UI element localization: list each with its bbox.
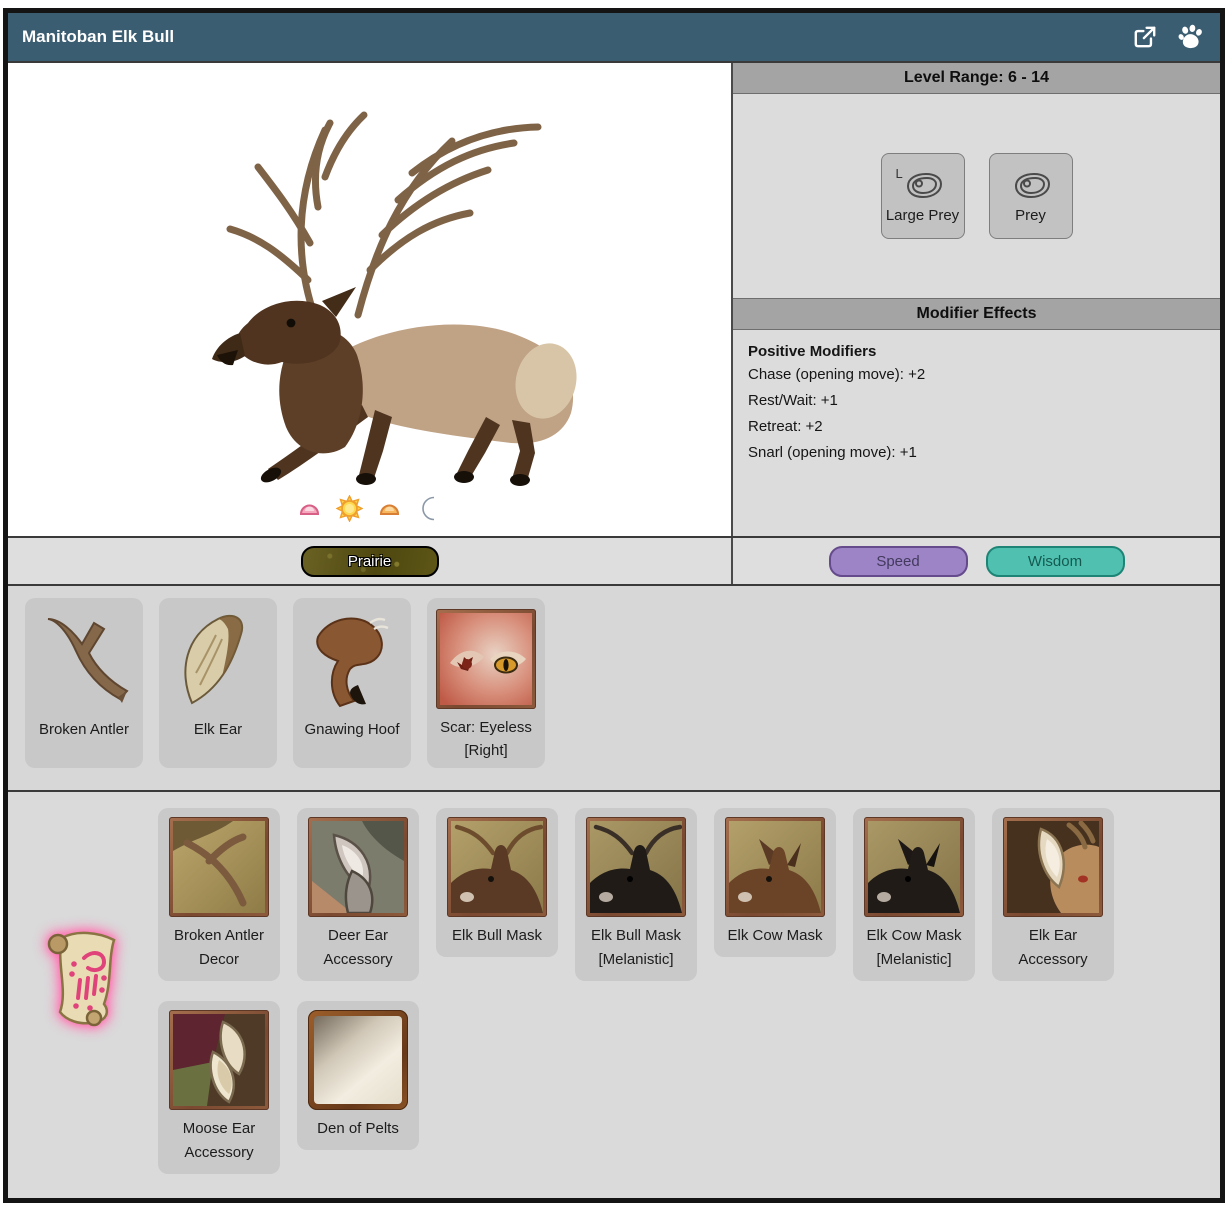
- modifier-line: Rest/Wait: +1: [748, 392, 838, 409]
- encyclopedia-card: Manitoban Elk Bull Level Range: 6 - 14 L…: [3, 8, 1225, 1203]
- steak-icon: L: [896, 166, 946, 204]
- craft-label: Elk Bull Mask [Melanistic]: [590, 927, 682, 968]
- craft-card-elk-ear-accessory[interactable]: Elk Ear Accessory: [992, 808, 1114, 981]
- craft-image: [308, 1010, 408, 1110]
- dawn-icon: [299, 504, 320, 515]
- recipe-scroll-icon: [47, 931, 116, 1027]
- title-bar: Manitoban Elk Bull: [8, 13, 1220, 61]
- drop-card-gnawing-hoof[interactable]: Gnawing Hoof: [293, 598, 411, 768]
- craft-image: [308, 817, 408, 917]
- elk-illustration: [211, 111, 577, 486]
- craft-label: Elk Cow Mask: [727, 927, 823, 944]
- drop-label: Broken Antler: [38, 721, 130, 738]
- level-range-header: Level Range: 6 - 14: [733, 63, 1220, 94]
- paw-icon[interactable]: [1176, 22, 1206, 52]
- drop-card-elk-ear[interactable]: Elk Ear: [159, 598, 277, 768]
- drops-section: Broken Antler Elk Ear Gnawing Hoof Scar:…: [8, 586, 1220, 790]
- positive-modifiers-title: Positive Modifiers: [748, 343, 877, 360]
- prey-button[interactable]: Prey: [988, 153, 1073, 239]
- craft-image: [447, 817, 547, 917]
- craft-card-moose-ear-accessory[interactable]: Moose Ear Accessory: [158, 1001, 280, 1174]
- drop-card-scar-eyeless[interactable]: Scar: Eyeless [Right]: [427, 598, 545, 768]
- craft-image: [725, 817, 825, 917]
- broken-antler-icon: [32, 604, 136, 716]
- habitat-area: Prairie: [8, 538, 731, 584]
- craft-card-elk-cow-mask-melanistic[interactable]: Elk Cow Mask [Melanistic]: [853, 808, 975, 981]
- steak-icon: [1008, 168, 1054, 204]
- main-row: Level Range: 6 - 14 L Large Prey Prey Mo…: [8, 61, 1220, 536]
- modifier-line: Chase (opening move): +2: [748, 366, 926, 383]
- craft-label: Den of Pelts: [317, 1120, 399, 1137]
- large-prey-button[interactable]: L Large Prey: [880, 153, 965, 239]
- craft-image: [169, 817, 269, 917]
- prey-size-area: L Large Prey Prey: [733, 94, 1220, 298]
- prey-button-label: Prey: [1015, 207, 1046, 224]
- gnawing-hoof-icon: [300, 604, 404, 716]
- craft-label: Elk Bull Mask: [451, 927, 543, 944]
- craft-label: Broken Antler Decor: [173, 927, 265, 968]
- info-panel: Level Range: 6 - 14 L Large Prey Prey Mo…: [733, 63, 1220, 536]
- craft-card-den-of-pelts[interactable]: Den of Pelts: [297, 1001, 419, 1150]
- external-link-icon[interactable]: [1130, 22, 1160, 52]
- craft-image: [586, 817, 686, 917]
- dusk-icon: [379, 504, 400, 515]
- prey-button-label: Large Prey: [885, 207, 960, 224]
- craft-card-elk-cow-mask[interactable]: Elk Cow Mask: [714, 808, 836, 957]
- drop-label: Elk Ear: [193, 721, 243, 738]
- habitat-stats-row: Prairie Speed Wisdom: [8, 536, 1220, 586]
- craft-label: Moose Ear Accessory: [182, 1120, 256, 1161]
- craft-label: Elk Cow Mask [Melanistic]: [866, 927, 962, 968]
- craft-label: Deer Ear Accessory: [323, 927, 393, 968]
- craft-card-elk-bull-mask-melanistic[interactable]: Elk Bull Mask [Melanistic]: [575, 808, 697, 981]
- craft-card-deer-ear-accessory[interactable]: Deer Ear Accessory: [297, 808, 419, 981]
- scar-eyeless-image: [436, 604, 536, 714]
- craft-image: [169, 1010, 269, 1110]
- stat-button-speed[interactable]: Speed: [828, 545, 968, 577]
- craft-card-elk-bull-mask[interactable]: Elk Bull Mask: [436, 808, 558, 957]
- night-icon: [422, 496, 435, 521]
- modifier-effects-header: Modifier Effects: [733, 298, 1220, 330]
- modifier-list: Positive Modifiers Chase (opening move):…: [733, 330, 1220, 536]
- craft-card-broken-antler-decor[interactable]: Broken Antler Decor: [158, 808, 280, 981]
- stats-area: Speed Wisdom: [733, 538, 1220, 584]
- craftables-section: Broken Antler Decor Deer Ear Accessory E…: [8, 790, 1220, 1198]
- craft-label: Elk Ear Accessory: [1018, 927, 1088, 968]
- craft-image: [864, 817, 964, 917]
- drop-label: Gnawing Hoof: [304, 721, 400, 738]
- page-title: Manitoban Elk Bull: [22, 27, 175, 46]
- day-icon: [336, 495, 363, 522]
- craft-image: [1003, 817, 1103, 917]
- elk-ear-icon: [166, 604, 270, 716]
- biome-button-prairie[interactable]: Prairie: [300, 545, 439, 577]
- drop-label: Scar: Eyeless [Right]: [440, 718, 532, 759]
- drop-card-broken-antler[interactable]: Broken Antler: [25, 598, 143, 768]
- craftables-grid: Broken Antler Decor Deer Ear Accessory E…: [158, 808, 1204, 1174]
- creature-panel: [8, 63, 731, 536]
- modifier-line: Snarl (opening move): +1: [748, 444, 917, 461]
- modifier-line: Retreat: +2: [748, 418, 823, 435]
- active-times-row: [8, 495, 731, 522]
- stat-button-wisdom[interactable]: Wisdom: [985, 545, 1125, 577]
